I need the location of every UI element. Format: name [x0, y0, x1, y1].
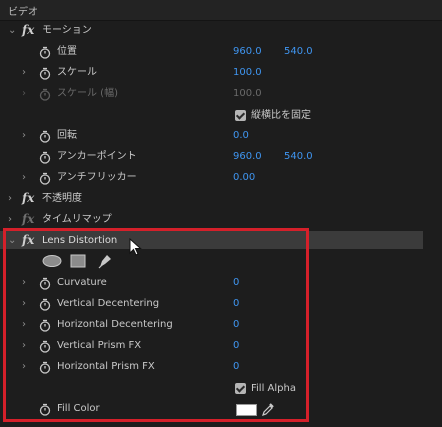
stopwatch-icon[interactable] [39, 67, 51, 80]
stopwatch-icon[interactable] [39, 151, 51, 164]
scale-width-value: 100.0 [233, 88, 262, 99]
anchor-point-row: アンカーポイント 960.0 540.0 [0, 147, 442, 168]
antiflicker-row: › アンチフリッカー 0.00 [0, 168, 442, 189]
scale-width-label: スケール (幅) [57, 88, 118, 99]
stopwatch-icon [39, 88, 51, 101]
stopwatch-icon[interactable] [39, 172, 51, 185]
rotation-row: › 回転 0.0 [0, 126, 442, 147]
video-section-header: ビデオ [0, 0, 442, 21]
opacity-label: 不透明度 [42, 193, 82, 204]
uniform-scale-checkbox[interactable] [235, 110, 246, 121]
antiflicker-value[interactable]: 0.00 [233, 171, 255, 185]
rotation-label: 回転 [57, 130, 77, 141]
chevron-right-icon[interactable]: › [22, 66, 26, 80]
chevron-right-icon[interactable]: › [8, 192, 12, 206]
position-row: 位置 960.0 540.0 [0, 42, 442, 63]
stopwatch-icon[interactable] [39, 130, 51, 143]
position-label: 位置 [57, 46, 77, 57]
fx-toggle-icon: fx [22, 212, 35, 226]
fx-toggle-icon[interactable]: fx [22, 23, 34, 37]
antiflicker-label: アンチフリッカー [57, 172, 137, 183]
uniform-scale-row: 縦横比を固定 [0, 106, 442, 127]
anchor-point-label: アンカーポイント [57, 151, 137, 162]
chevron-right-icon[interactable]: › [22, 171, 26, 185]
uniform-scale-label: 縦横比を固定 [251, 110, 311, 121]
scale-value[interactable]: 100.0 [233, 66, 262, 80]
anchor-x-value[interactable]: 960.0 [233, 150, 262, 164]
stopwatch-icon[interactable] [39, 46, 51, 59]
effect-controls-panel: ビデオ ⌄ fx モーション 位置 960.0 540.0 › スケール 100… [0, 0, 442, 427]
chevron-right-icon: › [22, 88, 26, 99]
video-section-title: ビデオ [8, 7, 38, 18]
position-y-value[interactable]: 540.0 [284, 45, 313, 59]
chevron-down-icon[interactable]: ⌄ [8, 24, 16, 38]
position-x-value[interactable]: 960.0 [233, 45, 262, 59]
chevron-right-icon[interactable]: › [8, 213, 12, 227]
anchor-y-value[interactable]: 540.0 [284, 150, 313, 164]
chevron-right-icon[interactable]: › [22, 129, 26, 143]
time-remap-label: タイムリマップ [42, 214, 112, 225]
scale-label: スケール [57, 67, 97, 78]
scale-width-row: › スケール (幅) 100.0 [0, 84, 442, 105]
motion-label: モーション [42, 25, 92, 36]
motion-effect-header[interactable]: ⌄ fx モーション [0, 21, 442, 42]
rotation-value[interactable]: 0.0 [233, 129, 249, 143]
fx-toggle-icon[interactable]: fx [22, 191, 34, 205]
opacity-effect-header[interactable]: › fx 不透明度 [0, 189, 442, 210]
highlight-box [3, 228, 309, 422]
scale-row: › スケール 100.0 [0, 63, 442, 84]
mouse-cursor-icon [129, 238, 142, 256]
